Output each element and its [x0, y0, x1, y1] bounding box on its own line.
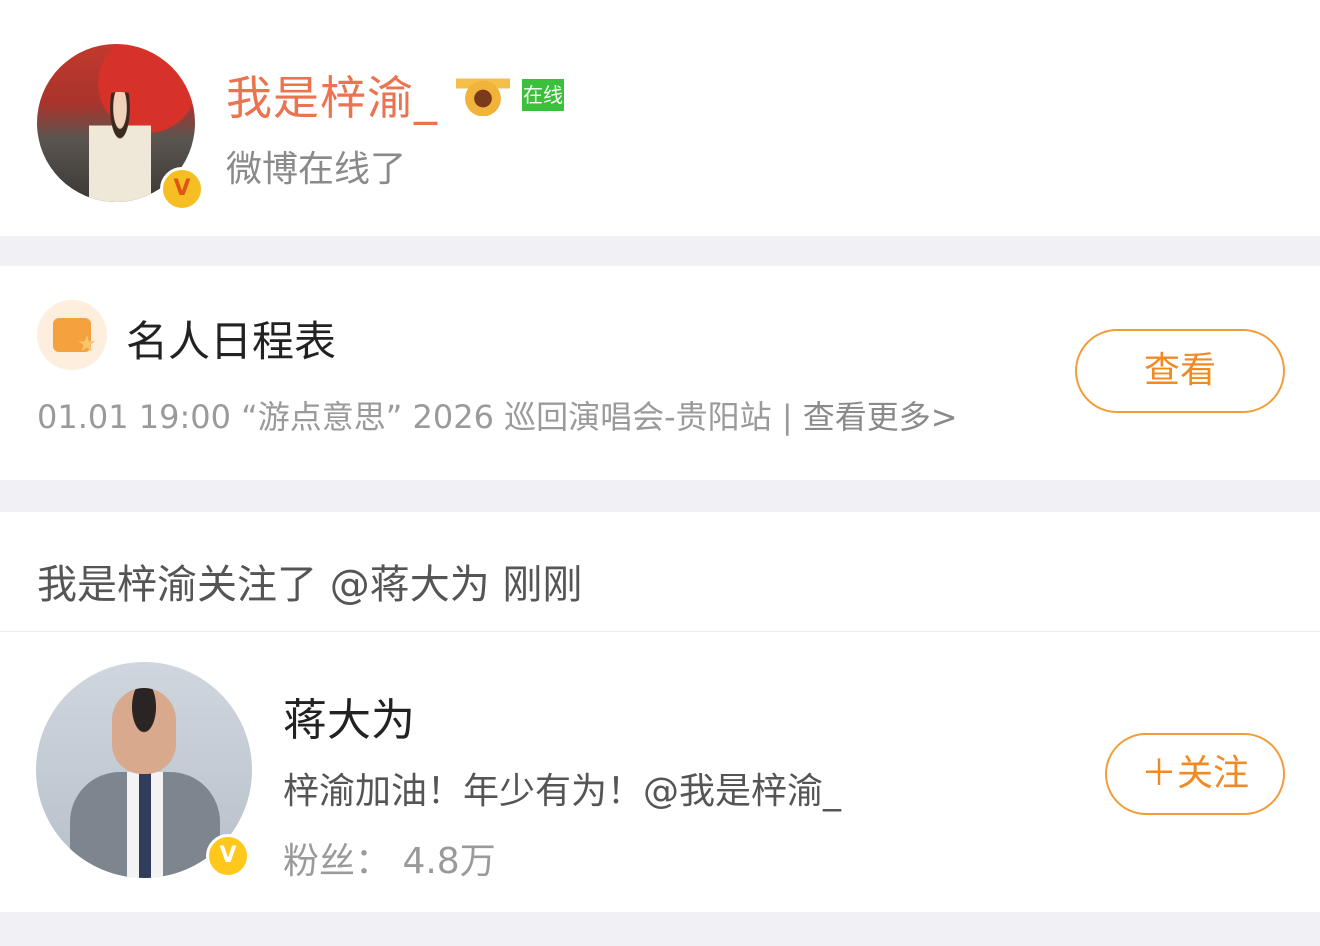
online-badge: 在线 — [522, 79, 564, 111]
view-schedule-button[interactable]: 查看 — [1075, 329, 1285, 413]
schedule-detail: 01.01 19:00 “游点意思” 2026 巡回演唱会-贵阳站 | 查看更多… — [37, 392, 958, 438]
schedule-title: 名人日程表 — [126, 317, 337, 366]
schedule-separator: | — [781, 398, 793, 436]
avatar-head — [112, 688, 176, 774]
schedule-more-link[interactable]: 查看更多> — [803, 398, 958, 436]
avatar-photo — [89, 92, 151, 202]
verified-icon: V — [206, 834, 250, 878]
schedule-event: 01.01 19:00 “游点意思” 2026 巡回演唱会-贵阳站 — [37, 398, 772, 436]
crown-icon — [456, 70, 510, 116]
profile-card: V 我是梓渝_ 在线 微博在线了 — [0, 0, 1320, 236]
star-icon: ★ — [77, 332, 97, 357]
recommend-fans: 粉丝： 4.8万 — [283, 841, 496, 882]
verified-icon: V — [160, 167, 204, 211]
profile-subtitle: 微博在线了 — [226, 149, 407, 190]
divider — [0, 631, 1320, 632]
activity-text: 我是梓渝关注了 @蒋大为 刚刚 — [37, 562, 583, 608]
recommend-name[interactable]: 蒋大为 — [283, 684, 415, 748]
follow-button[interactable]: ＋关注 — [1105, 733, 1285, 815]
profile-name[interactable]: 我是梓渝_ — [226, 62, 438, 128]
calendar-star-icon: ★ — [37, 300, 107, 370]
avatar-suit — [70, 772, 220, 878]
recommend-description: 梓渝加油！年少有为！@我是梓渝_ — [283, 771, 842, 812]
